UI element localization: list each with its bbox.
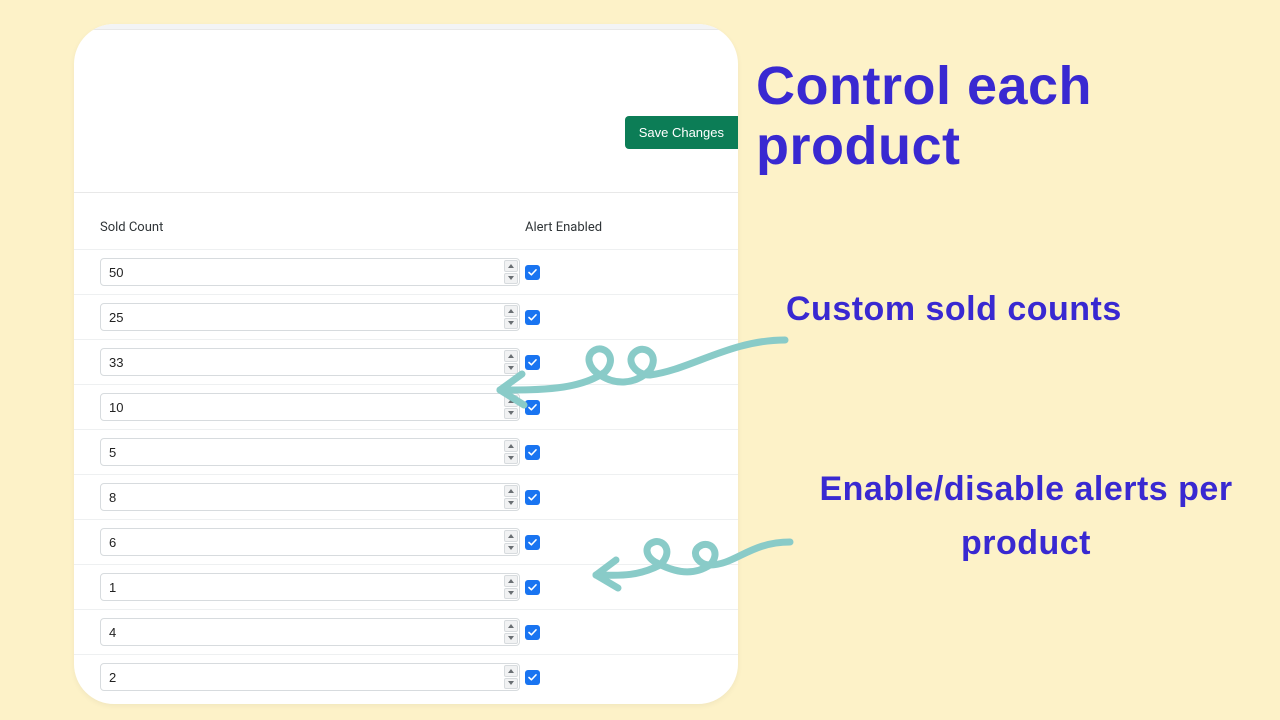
cell-sold-count [100,573,525,601]
alert-enabled-checkbox[interactable] [525,355,540,370]
cell-alert-enabled [525,490,695,505]
settings-panel: Save Changes Sold Count Alert Enabled [74,24,738,704]
stepper-up-icon[interactable] [504,620,518,632]
stepper-down-icon[interactable] [504,633,518,645]
divider [74,192,738,193]
alert-enabled-checkbox[interactable] [525,400,540,415]
cell-alert-enabled [525,445,695,460]
cell-sold-count [100,348,525,376]
stepper-down-icon[interactable] [504,543,518,555]
stepper-up-icon[interactable] [504,485,518,497]
cell-alert-enabled [525,535,695,550]
alert-enabled-checkbox[interactable] [525,625,540,640]
stepper-down-icon[interactable] [504,678,518,690]
cell-alert-enabled [525,265,695,280]
stepper-down-icon[interactable] [504,273,518,285]
table-row [74,294,738,339]
cell-alert-enabled [525,580,695,595]
table-row [74,249,738,294]
alert-enabled-checkbox[interactable] [525,265,540,280]
cell-sold-count [100,303,525,331]
annotation-custom-counts: Custom sold counts [786,290,1266,329]
annotation-title: Control each product [756,56,1256,177]
alert-enabled-checkbox[interactable] [525,580,540,595]
cell-alert-enabled [525,625,695,640]
stepper-up-icon[interactable] [504,530,518,542]
save-changes-button[interactable]: Save Changes [625,116,738,149]
table-row [74,564,738,609]
alert-enabled-checkbox[interactable] [525,490,540,505]
table-header-row: Sold Count Alert Enabled [74,220,738,249]
stepper-up-icon[interactable] [504,305,518,317]
cell-alert-enabled [525,670,695,685]
stepper-down-icon[interactable] [504,408,518,420]
cell-sold-count [100,393,525,421]
cell-sold-count [100,483,525,511]
table-row [74,519,738,564]
stepper-up-icon[interactable] [504,575,518,587]
table-row [74,339,738,384]
sold-count-input[interactable] [100,393,520,421]
alert-enabled-checkbox[interactable] [525,310,540,325]
table-row [74,474,738,519]
cell-sold-count [100,528,525,556]
product-table: Sold Count Alert Enabled [74,220,738,704]
panel-top-strip [74,24,738,30]
table-row [74,654,738,699]
stepper-down-icon[interactable] [504,318,518,330]
header-sold-count: Sold Count [100,220,525,235]
cell-sold-count [100,663,525,691]
sold-count-input[interactable] [100,483,520,511]
sold-count-input[interactable] [100,348,520,376]
table-row [74,609,738,654]
cell-sold-count [100,258,525,286]
cell-alert-enabled [525,355,695,370]
cell-alert-enabled [525,310,695,325]
stepper-down-icon[interactable] [504,588,518,600]
stepper-down-icon[interactable] [504,363,518,375]
alert-enabled-checkbox[interactable] [525,670,540,685]
stepper-up-icon[interactable] [504,440,518,452]
stepper-down-icon[interactable] [504,498,518,510]
cell-alert-enabled [525,400,695,415]
stepper-up-icon[interactable] [504,395,518,407]
table-row [74,429,738,474]
table-row [74,384,738,429]
sold-count-input[interactable] [100,528,520,556]
stepper-up-icon[interactable] [504,665,518,677]
annotation-alerts: Enable/disable alerts per product [786,462,1266,571]
stepper-up-icon[interactable] [504,260,518,272]
cell-sold-count [100,438,525,466]
sold-count-input[interactable] [100,573,520,601]
sold-count-input[interactable] [100,438,520,466]
stepper-up-icon[interactable] [504,350,518,362]
sold-count-input[interactable] [100,258,520,286]
sold-count-input[interactable] [100,663,520,691]
sold-count-input[interactable] [100,303,520,331]
alert-enabled-checkbox[interactable] [525,535,540,550]
stepper-down-icon[interactable] [504,453,518,465]
alert-enabled-checkbox[interactable] [525,445,540,460]
sold-count-input[interactable] [100,618,520,646]
cell-sold-count [100,618,525,646]
header-alert-enabled: Alert Enabled [525,220,695,235]
